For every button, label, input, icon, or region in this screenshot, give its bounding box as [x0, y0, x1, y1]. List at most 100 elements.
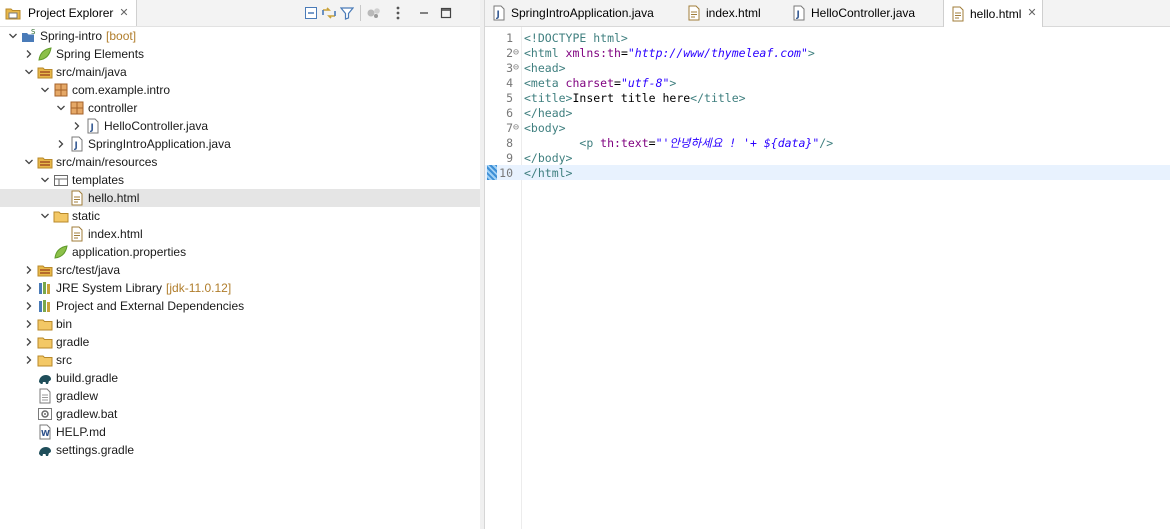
- code-editor[interactable]: 1 <!DOCTYPE html> 2 ⊖ <html xmlns:th="http:/…: [485, 27, 1170, 529]
- tree-item[interactable]: bin: [0, 315, 480, 333]
- filter-icon[interactable]: [338, 4, 356, 22]
- tree-item[interactable]: application.properties: [0, 243, 480, 261]
- svg-text:S: S: [31, 28, 36, 36]
- close-icon[interactable]: ✕: [1027, 8, 1036, 19]
- folder-icon: [37, 316, 53, 332]
- tree-item[interactable]: index.html: [0, 225, 480, 243]
- line-number: 1: [506, 30, 513, 45]
- tree-item[interactable]: W HELP.md: [0, 423, 480, 441]
- fold-toggle-icon[interactable]: ⊖: [513, 47, 523, 58]
- view-tab-bar: Project Explorer ✕: [0, 0, 480, 27]
- editor-tab[interactable]: J SpringIntroApplication.java: [485, 0, 680, 26]
- code-text: <html xmlns:th="http://www/thymeleaf.com…: [524, 46, 815, 60]
- editor-tab-label: index.html: [706, 6, 761, 20]
- code-token: "http://www/thymeleaf.com": [627, 45, 808, 60]
- chevron-down-icon[interactable]: [39, 174, 51, 186]
- code-line[interactable]: 10 </html>: [485, 165, 1170, 180]
- chevron-right-icon[interactable]: [23, 264, 35, 276]
- tree-item[interactable]: hello.html: [0, 189, 480, 207]
- code-text: </head>: [524, 106, 572, 120]
- editor-tab[interactable]: index.html: [680, 0, 785, 26]
- tree-item[interactable]: src/main/java: [0, 63, 480, 81]
- chevron-right-icon[interactable]: [23, 318, 35, 330]
- code-line[interactable]: 6 </head>: [485, 105, 1170, 120]
- tree-item[interactable]: gradlew.bat: [0, 405, 480, 423]
- code-text: <body>: [524, 121, 566, 135]
- java-file-icon: J: [491, 5, 507, 21]
- editor-tab[interactable]: hello.html ✕: [943, 0, 1043, 27]
- code-line[interactable]: 8 <p th:text="'안녕하세요 ! '+ ${data}"/>: [485, 135, 1170, 150]
- minimize-icon[interactable]: [415, 4, 433, 22]
- java-file-icon: J: [69, 136, 85, 152]
- templates-folder-icon: [53, 172, 69, 188]
- tree-item[interactable]: static: [0, 207, 480, 225]
- close-icon[interactable]: ✕: [119, 7, 128, 19]
- code-line[interactable]: 9 </body>: [485, 150, 1170, 165]
- tree-item[interactable]: src/main/resources: [0, 153, 480, 171]
- chevron-right-icon[interactable]: [71, 120, 83, 132]
- tree-item[interactable]: src/test/java: [0, 261, 480, 279]
- chevron-down-icon[interactable]: [23, 156, 35, 168]
- chevron-down-icon[interactable]: [39, 210, 51, 222]
- tree-item[interactable]: JRE System Library [jdk-11.0.12]: [0, 279, 480, 297]
- chevron-down-icon[interactable]: [55, 102, 67, 114]
- code-line[interactable]: 4 <meta charset="utf-8">: [485, 75, 1170, 90]
- chevron-down-icon[interactable]: [7, 30, 19, 42]
- svg-text:J: J: [796, 10, 800, 20]
- fold-toggle-icon[interactable]: ⊖: [513, 62, 523, 73]
- code-token: </body>: [524, 150, 573, 165]
- tree-item[interactable]: settings.gradle: [0, 441, 480, 459]
- tree-item[interactable]: J SpringIntroApplication.java: [0, 135, 480, 153]
- code-line[interactable]: 1 <!DOCTYPE html>: [485, 30, 1170, 45]
- code-line[interactable]: 2 ⊖ <html xmlns:th="http://www/thymeleaf.c…: [485, 45, 1170, 60]
- code-token: =: [648, 135, 656, 150]
- change-marker: [487, 165, 497, 180]
- tree-item-label: index.html: [88, 227, 143, 241]
- code-token: Insert title here: [572, 90, 691, 105]
- chevron-right-icon[interactable]: [23, 300, 35, 312]
- tree-item[interactable]: J HelloController.java: [0, 117, 480, 135]
- collapse-all-icon[interactable]: [302, 4, 320, 22]
- maximize-icon[interactable]: [437, 4, 455, 22]
- gradle-icon: [37, 442, 53, 458]
- chevron-right-icon[interactable]: [23, 336, 35, 348]
- code-text: <p th:text="'안녕하세요 ! '+ ${data}"/>: [524, 135, 833, 151]
- link-with-editor-icon[interactable]: [320, 4, 338, 22]
- tree-item[interactable]: S Spring-intro [boot]: [0, 27, 480, 45]
- spring-explorer-icon[interactable]: [365, 4, 383, 22]
- project-explorer-tab[interactable]: Project Explorer ✕: [0, 0, 137, 26]
- code-text: <title>Insert title here</title>: [524, 91, 746, 105]
- tree-item-label: hello.html: [88, 191, 140, 205]
- chevron-down-icon[interactable]: [39, 84, 51, 96]
- tree-item[interactable]: Spring Elements: [0, 45, 480, 63]
- tree-item[interactable]: Project and External Dependencies: [0, 297, 480, 315]
- view-menu-icon[interactable]: [389, 4, 407, 22]
- tree-item[interactable]: build.gradle: [0, 369, 480, 387]
- tree-item-label: src/main/resources: [56, 155, 158, 169]
- tree-item[interactable]: gradle: [0, 333, 480, 351]
- chevron-right-icon[interactable]: [23, 282, 35, 294]
- tree-item-label: bin: [56, 317, 73, 331]
- code-line[interactable]: 5 <title>Insert title here</title>: [485, 90, 1170, 105]
- svg-text:W: W: [41, 429, 50, 438]
- editor-area: J SpringIntroApplication.java index.html J H…: [485, 0, 1170, 529]
- chevron-down-icon[interactable]: [23, 66, 35, 78]
- library-icon: [37, 280, 53, 296]
- code-line[interactable]: 7 ⊖ <body>: [485, 120, 1170, 135]
- line-number: 5: [506, 90, 513, 105]
- tree-item[interactable]: com.example.intro: [0, 81, 480, 99]
- fold-toggle-icon[interactable]: ⊖: [513, 122, 523, 133]
- code-line[interactable]: 3 ⊖ <head>: [485, 60, 1170, 75]
- chevron-right-icon[interactable]: [23, 48, 35, 60]
- svg-text:J: J: [496, 10, 500, 20]
- editor-tab[interactable]: J HelloController.java: [785, 0, 943, 26]
- source-folder-icon: [37, 154, 53, 170]
- tree-item[interactable]: gradlew: [0, 387, 480, 405]
- chevron-right-icon[interactable]: [55, 138, 67, 150]
- tree-item[interactable]: controller: [0, 99, 480, 117]
- tree-item[interactable]: templates: [0, 171, 480, 189]
- tree-item[interactable]: src: [0, 351, 480, 369]
- chevron-right-icon[interactable]: [23, 354, 35, 366]
